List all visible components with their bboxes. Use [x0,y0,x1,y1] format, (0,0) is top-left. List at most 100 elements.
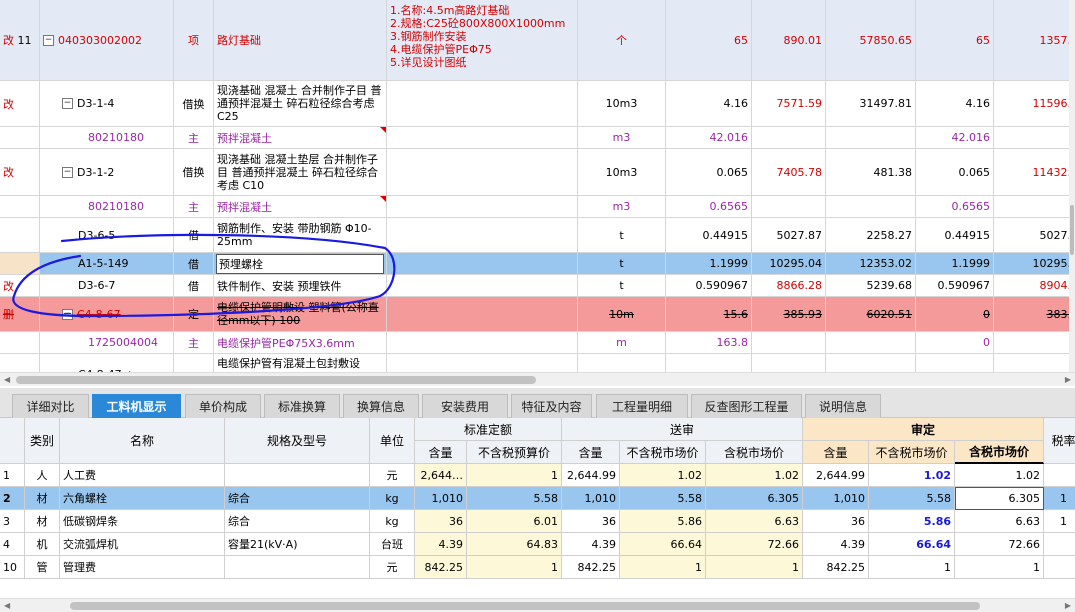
aud-excl-market-price[interactable]: 5.58 [869,487,955,510]
scroll-left-icon[interactable]: ◀ [4,375,10,384]
aud-qty[interactable]: 1,010 [803,487,869,510]
sub-excl-market-price[interactable]: 1 [620,556,706,579]
spec-model[interactable]: 容量21(kV·A) [225,533,370,556]
unit[interactable]: 元 [370,464,415,487]
sub-qty[interactable]: 4.39 [562,533,620,556]
table-row-deleted[interactable]: 删 − C4-8-67 定 电缆保护管明敷设 塑料管(公称直径mm以下) 100 … [0,297,1075,332]
name-header[interactable]: 名称 [60,418,225,464]
aud-incl-market-header[interactable]: 含税市场价 [955,441,1044,464]
upper-horizontal-scrollbar[interactable]: ◀ ▶ [0,372,1075,386]
material-name[interactable]: 交流弧焊机 [60,533,225,556]
scroll-thumb[interactable] [16,376,536,384]
tax-rate[interactable] [1044,556,1075,579]
sub-incl-market-price[interactable]: 6.63 [706,510,803,533]
tab-standard-conversion[interactable]: 标准换算 [264,394,340,418]
spec-model[interactable] [225,464,370,487]
sub-incl-market-price[interactable]: 1 [706,556,803,579]
std-qty[interactable]: 842.25 [415,556,467,579]
sub-excl-market-price[interactable]: 5.58 [620,487,706,510]
upper-vertical-scrollbar[interactable] [1069,0,1075,372]
table-row[interactable]: 4 机交流弧焊机 容量21(kV·A) 台班 4.39 64.83 4.39 66.64 72.… [0,533,1075,556]
sub-excl-market-price[interactable]: 66.64 [620,533,706,556]
scroll-right-icon[interactable]: ▶ [1065,375,1071,384]
aud-incl-market-price[interactable]: 6.305 [955,487,1044,510]
spec-model[interactable] [225,556,370,579]
std-excl-budget-price[interactable]: 64.83 [467,533,562,556]
tab-detail-compare[interactable]: 详细对比 [12,394,89,418]
table-row[interactable]: 改 − D3-1-4 借换 现浇基础 混凝土 合并制作子目 普通预拌混凝土 碎石粒… [0,81,1075,127]
spec-model[interactable]: 综合 [225,510,370,533]
table-row[interactable]: D3-6-5 借 钢筋制作、安装 带肋钢筋 Φ10-25mm t 0.44915… [0,218,1075,253]
collapse-icon[interactable]: − [62,98,73,109]
table-row-selected[interactable]: A1-5-149 借 预埋螺栓 t 1.1999 10295.04 12353.… [0,253,1075,275]
material-name[interactable]: 低碳钢焊条 [60,510,225,533]
sub-incl-market-price[interactable]: 1.02 [706,464,803,487]
tab-labor-material-machine[interactable]: 工料机显示 [92,394,181,418]
unit[interactable]: 元 [370,556,415,579]
aud-qty[interactable]: 4.39 [803,533,869,556]
material-name[interactable]: 六角螺栓 [60,487,225,510]
aud-incl-market-price[interactable]: 1.02 [955,464,1044,487]
sub-excl-market-price[interactable]: 1.02 [620,464,706,487]
std-qty[interactable]: 2,644… [415,464,467,487]
sub-incl-market-price[interactable]: 72.66 [706,533,803,556]
unit[interactable]: kg [370,487,415,510]
std-excl-budget-price[interactable]: 1 [467,464,562,487]
aud-qty[interactable]: 36 [803,510,869,533]
table-row[interactable]: 1725004004 主 电缆保护管PEΦ75X3.6mm m 163.8 0 [0,332,1075,354]
sub-excl-market-price[interactable]: 5.86 [620,510,706,533]
table-row[interactable]: 改 11 −040303002002 项 路灯基础 1.名称:4.5m高路灯基础… [0,0,1075,81]
sub-incl-market-header[interactable]: 含税市场价 [706,441,803,464]
item-name-editor[interactable]: 预埋螺栓 [216,253,384,274]
aud-incl-market-price[interactable]: 6.63 [955,510,1044,533]
aud-incl-market-price[interactable]: 1 [955,556,1044,579]
std-excl-budget-price[interactable]: 5.58 [467,487,562,510]
sub-qty-header[interactable]: 含量 [562,441,620,464]
table-row[interactable]: 改 D3-6-7 借 铁件制作、安装 预埋铁件 t 0.590967 8866.… [0,275,1075,297]
collapse-icon[interactable]: − [62,308,73,320]
std-qty-header[interactable]: 含量 [415,441,467,464]
aud-qty-header[interactable]: 含量 [803,441,869,464]
tab-install-fee[interactable]: 安装费用 [422,394,508,418]
lower-horizontal-scrollbar[interactable]: ◀ ▶ [0,598,1075,612]
tax-rate[interactable] [1044,533,1075,556]
tab-features-content[interactable]: 特征及内容 [511,394,592,418]
sub-qty[interactable]: 1,010 [562,487,620,510]
sub-incl-market-price[interactable]: 6.305 [706,487,803,510]
material-name[interactable]: 人工费 [60,464,225,487]
material-name[interactable]: 管理费 [60,556,225,579]
sub-qty[interactable]: 842.25 [562,556,620,579]
collapse-icon[interactable]: − [62,166,73,178]
tab-unit-price-composition[interactable]: 单价构成 [185,394,261,418]
std-qty[interactable]: 1,010 [415,487,467,510]
std-excl-budget-price[interactable]: 6.01 [467,510,562,533]
table-row[interactable]: 80210180 主 预拌混凝土 m3 42.016 42.016 [0,127,1075,149]
tab-conversion-info[interactable]: 换算信息 [343,394,419,418]
std-excl-budget-price[interactable]: 1 [467,556,562,579]
scroll-thumb[interactable] [1070,205,1074,255]
sub-qty[interactable]: 36 [562,510,620,533]
tax-rate[interactable] [1044,464,1075,487]
tax-rate-header[interactable]: 税率 [1044,418,1075,464]
collapse-icon[interactable]: − [43,34,54,46]
aud-qty[interactable]: 2,644.99 [803,464,869,487]
aud-excl-market-price[interactable]: 66.64 [869,533,955,556]
table-row[interactable]: 1 人人工费元 2,644… 1 2,644.99 1.02 1.02 2,644.99 1.0… [0,464,1075,487]
tax-rate[interactable]: 1 [1044,487,1075,510]
sub-excl-market-header[interactable]: 不含税市场价 [620,441,706,464]
aud-qty[interactable]: 842.25 [803,556,869,579]
aud-excl-market-price[interactable]: 1 [869,556,955,579]
tab-reverse-lookup[interactable]: 反查图形工程量 [691,394,802,418]
table-row[interactable]: 2 材六角螺栓 综合 kg 1,010 5.58 1,010 5.58 6.305 1,010 5.… [0,487,1075,510]
unit-header[interactable]: 单位 [370,418,415,464]
table-row[interactable]: C4-8-47 + 电缆保护管有混凝土包封敷设 [0,354,1075,372]
std-qty[interactable]: 36 [415,510,467,533]
sub-qty[interactable]: 2,644.99 [562,464,620,487]
tab-description[interactable]: 说明信息 [805,394,881,418]
scroll-right-icon[interactable]: ▶ [1065,601,1071,610]
scroll-left-icon[interactable]: ◀ [4,601,10,610]
tab-quantity-detail[interactable]: 工程量明细 [596,394,688,418]
table-row[interactable]: 10 管管理费元 842.25 1 842.25 1 1 842.25 1 1 [0,556,1075,579]
std-qty[interactable]: 4.39 [415,533,467,556]
aud-excl-market-price[interactable]: 5.86 [869,510,955,533]
